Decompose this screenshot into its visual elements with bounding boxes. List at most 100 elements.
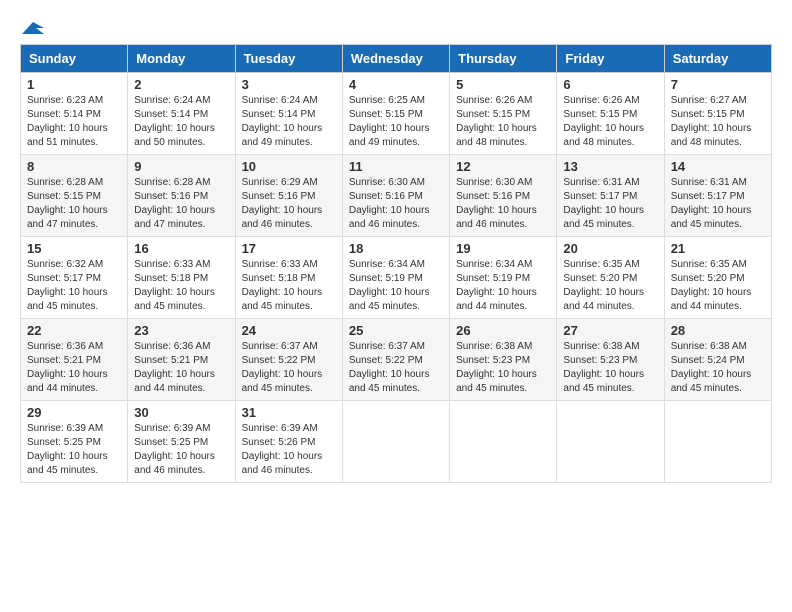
day-number: 9 <box>134 159 228 174</box>
cell-details: Sunrise: 6:37 AMSunset: 5:22 PMDaylight:… <box>349 340 443 396</box>
day-number: 26 <box>456 323 550 338</box>
cell-details: Sunrise: 6:28 AMSunset: 5:16 PMDaylight:… <box>134 176 228 232</box>
weekday-header-tuesday: Tuesday <box>235 45 342 73</box>
calendar-cell: 28 Sunrise: 6:38 AMSunset: 5:24 PMDayligh… <box>664 319 771 401</box>
day-number: 17 <box>242 241 336 256</box>
calendar-cell: 31 Sunrise: 6:39 AMSunset: 5:26 PMDayligh… <box>235 401 342 483</box>
cell-details: Sunrise: 6:36 AMSunset: 5:21 PMDaylight:… <box>27 340 121 396</box>
cell-details: Sunrise: 6:39 AMSunset: 5:25 PMDaylight:… <box>27 422 121 478</box>
cell-details: Sunrise: 6:36 AMSunset: 5:21 PMDaylight:… <box>134 340 228 396</box>
day-number: 23 <box>134 323 228 338</box>
calendar-cell: 6 Sunrise: 6:26 AMSunset: 5:15 PMDaylight… <box>557 73 664 155</box>
day-number: 15 <box>27 241 121 256</box>
calendar-week-3: 15Sunrise: 6:32 AMSunset: 5:17 PMDayligh… <box>21 237 772 319</box>
day-number: 19 <box>456 241 550 256</box>
day-number: 27 <box>563 323 657 338</box>
cell-details: Sunrise: 6:38 AMSunset: 5:23 PMDaylight:… <box>456 340 550 396</box>
calendar-cell: 9 Sunrise: 6:28 AMSunset: 5:16 PMDaylight… <box>128 155 235 237</box>
cell-details: Sunrise: 6:26 AMSunset: 5:15 PMDaylight:… <box>456 94 550 150</box>
day-number: 28 <box>671 323 765 338</box>
cell-details: Sunrise: 6:26 AMSunset: 5:15 PMDaylight:… <box>563 94 657 150</box>
calendar-cell: 29 Sunrise: 6:39 AMSunset: 5:25 PMDayligh… <box>21 401 128 483</box>
cell-details: Sunrise: 6:27 AMSunset: 5:15 PMDaylight:… <box>671 94 765 150</box>
calendar-cell: 3 Sunrise: 6:24 AMSunset: 5:14 PMDaylight… <box>235 73 342 155</box>
calendar-week-1: 1 Sunrise: 6:23 AMSunset: 5:14 PMDaylight… <box>21 73 772 155</box>
day-number: 10 <box>242 159 336 174</box>
day-number: 16 <box>134 241 228 256</box>
calendar-cell <box>450 401 557 483</box>
calendar-cell: 12Sunrise: 6:30 AMSunset: 5:16 PMDayligh… <box>450 155 557 237</box>
calendar-cell: 24 Sunrise: 6:37 AMSunset: 5:22 PMDayligh… <box>235 319 342 401</box>
cell-details: Sunrise: 6:23 AMSunset: 5:14 PMDaylight:… <box>27 94 121 150</box>
day-number: 24 <box>242 323 336 338</box>
calendar-cell: 22 Sunrise: 6:36 AMSunset: 5:21 PMDayligh… <box>21 319 128 401</box>
calendar-cell: 25 Sunrise: 6:37 AMSunset: 5:22 PMDayligh… <box>342 319 449 401</box>
cell-details: Sunrise: 6:38 AMSunset: 5:24 PMDaylight:… <box>671 340 765 396</box>
calendar-cell: 23 Sunrise: 6:36 AMSunset: 5:21 PMDayligh… <box>128 319 235 401</box>
cell-details: Sunrise: 6:33 AMSunset: 5:18 PMDaylight:… <box>242 258 336 314</box>
calendar-cell: 16Sunrise: 6:33 AMSunset: 5:18 PMDayligh… <box>128 237 235 319</box>
calendar-cell: 7 Sunrise: 6:27 AMSunset: 5:15 PMDaylight… <box>664 73 771 155</box>
day-number: 11 <box>349 159 443 174</box>
cell-details: Sunrise: 6:39 AMSunset: 5:26 PMDaylight:… <box>242 422 336 478</box>
calendar-cell: 30 Sunrise: 6:39 AMSunset: 5:25 PMDayligh… <box>128 401 235 483</box>
day-number: 13 <box>563 159 657 174</box>
day-number: 5 <box>456 77 550 92</box>
day-number: 31 <box>242 405 336 420</box>
header <box>20 20 772 34</box>
day-number: 3 <box>242 77 336 92</box>
calendar-cell: 14 Sunrise: 6:31 AMSunset: 5:17 PMDayligh… <box>664 155 771 237</box>
cell-details: Sunrise: 6:34 AMSunset: 5:19 PMDaylight:… <box>456 258 550 314</box>
calendar-cell: 10 Sunrise: 6:29 AMSunset: 5:16 PMDayligh… <box>235 155 342 237</box>
day-number: 29 <box>27 405 121 420</box>
cell-details: Sunrise: 6:39 AMSunset: 5:25 PMDaylight:… <box>134 422 228 478</box>
cell-details: Sunrise: 6:38 AMSunset: 5:23 PMDaylight:… <box>563 340 657 396</box>
weekday-header-sunday: Sunday <box>21 45 128 73</box>
cell-details: Sunrise: 6:30 AMSunset: 5:16 PMDaylight:… <box>349 176 443 232</box>
cell-details: Sunrise: 6:24 AMSunset: 5:14 PMDaylight:… <box>134 94 228 150</box>
day-number: 6 <box>563 77 657 92</box>
logo <box>20 20 44 34</box>
weekday-header-thursday: Thursday <box>450 45 557 73</box>
cell-details: Sunrise: 6:31 AMSunset: 5:17 PMDaylight:… <box>671 176 765 232</box>
calendar-cell: 20Sunrise: 6:35 AMSunset: 5:20 PMDayligh… <box>557 237 664 319</box>
day-number: 4 <box>349 77 443 92</box>
calendar-cell: 21 Sunrise: 6:35 AMSunset: 5:20 PMDayligh… <box>664 237 771 319</box>
day-number: 7 <box>671 77 765 92</box>
calendar-cell: 19 Sunrise: 6:34 AMSunset: 5:19 PMDayligh… <box>450 237 557 319</box>
weekday-header-friday: Friday <box>557 45 664 73</box>
weekday-header-wednesday: Wednesday <box>342 45 449 73</box>
cell-details: Sunrise: 6:25 AMSunset: 5:15 PMDaylight:… <box>349 94 443 150</box>
calendar-cell: 13 Sunrise: 6:31 AMSunset: 5:17 PMDayligh… <box>557 155 664 237</box>
calendar-cell <box>342 401 449 483</box>
calendar-table: SundayMondayTuesdayWednesdayThursdayFrid… <box>20 44 772 483</box>
calendar-cell: 17 Sunrise: 6:33 AMSunset: 5:18 PMDayligh… <box>235 237 342 319</box>
weekday-header-saturday: Saturday <box>664 45 771 73</box>
calendar-header-row: SundayMondayTuesdayWednesdayThursdayFrid… <box>21 45 772 73</box>
cell-details: Sunrise: 6:29 AMSunset: 5:16 PMDaylight:… <box>242 176 336 232</box>
day-number: 30 <box>134 405 228 420</box>
cell-details: Sunrise: 6:24 AMSunset: 5:14 PMDaylight:… <box>242 94 336 150</box>
day-number: 22 <box>27 323 121 338</box>
calendar-cell: 26 Sunrise: 6:38 AMSunset: 5:23 PMDayligh… <box>450 319 557 401</box>
calendar-cell: 5 Sunrise: 6:26 AMSunset: 5:15 PMDaylight… <box>450 73 557 155</box>
day-number: 14 <box>671 159 765 174</box>
weekday-header-monday: Monday <box>128 45 235 73</box>
calendar-cell: 11 Sunrise: 6:30 AMSunset: 5:16 PMDayligh… <box>342 155 449 237</box>
calendar-cell: 2 Sunrise: 6:24 AMSunset: 5:14 PMDaylight… <box>128 73 235 155</box>
calendar-cell <box>664 401 771 483</box>
calendar-cell <box>557 401 664 483</box>
day-number: 12 <box>456 159 550 174</box>
calendar-cell: 8Sunrise: 6:28 AMSunset: 5:15 PMDaylight… <box>21 155 128 237</box>
day-number: 18 <box>349 241 443 256</box>
cell-details: Sunrise: 6:37 AMSunset: 5:22 PMDaylight:… <box>242 340 336 396</box>
day-number: 25 <box>349 323 443 338</box>
logo-bird-icon <box>22 20 44 38</box>
cell-details: Sunrise: 6:35 AMSunset: 5:20 PMDaylight:… <box>671 258 765 314</box>
day-number: 2 <box>134 77 228 92</box>
calendar-cell: 4 Sunrise: 6:25 AMSunset: 5:15 PMDaylight… <box>342 73 449 155</box>
calendar-week-4: 22 Sunrise: 6:36 AMSunset: 5:21 PMDayligh… <box>21 319 772 401</box>
day-number: 21 <box>671 241 765 256</box>
day-number: 1 <box>27 77 121 92</box>
cell-details: Sunrise: 6:31 AMSunset: 5:17 PMDaylight:… <box>563 176 657 232</box>
